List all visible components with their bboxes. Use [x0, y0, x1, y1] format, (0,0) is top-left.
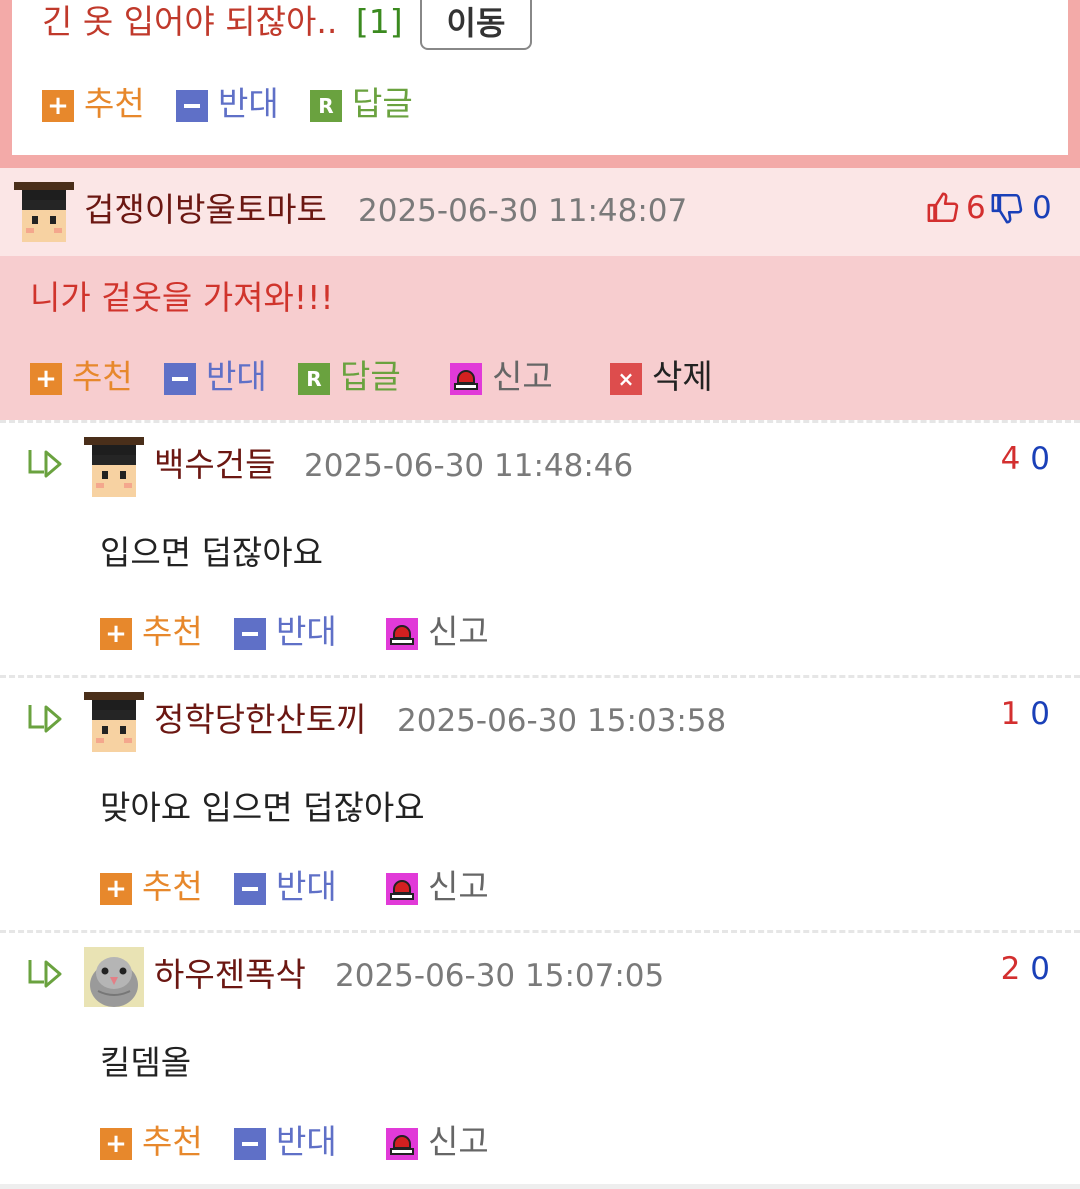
username[interactable]: 겁쟁이방울토마토 — [84, 190, 327, 230]
thumbs-down-icon — [991, 193, 1023, 224]
comment-text: 킬뎀올 — [100, 1043, 192, 1082]
plus-icon: + — [42, 90, 74, 122]
bird-avatar-icon — [90, 957, 138, 1007]
close-icon — [610, 363, 642, 395]
siren-icon — [386, 873, 418, 905]
top-comment-text[interactable]: 긴 옷 입어야 되잖아.. [1] — [42, 2, 403, 42]
username[interactable]: 정학당한산토끼 — [154, 700, 367, 740]
featured-comment-header: 겁쟁이방울토마토 2025-06-30 11:48:07 6 0 — [0, 168, 1080, 256]
avatar[interactable] — [14, 182, 74, 242]
comment-count: [1] — [355, 2, 403, 41]
comment-datetime: 2025-06-30 11:48:46 — [304, 448, 634, 484]
vote-counts: 4 0 — [1001, 439, 1050, 479]
reply-arrow-icon — [28, 450, 62, 478]
upvote-count: 2 — [1000, 951, 1021, 987]
plus-icon: + — [100, 618, 132, 650]
vote-counts: 1 0 — [1001, 694, 1050, 734]
plus-icon: + — [100, 873, 132, 905]
dislike-count: 0 — [1032, 190, 1052, 226]
username[interactable]: 백수건들 — [154, 445, 275, 485]
reply-arrow-icon — [28, 705, 62, 733]
like-count: 6 — [966, 190, 986, 226]
avatar[interactable] — [84, 692, 144, 752]
minus-icon — [176, 90, 208, 122]
comment-text: 맞아요 입으면 덥잖아요 — [100, 788, 425, 827]
reply-icon — [310, 90, 342, 122]
reply-comment: 하우젠폭삭 2025-06-30 15:07:05 2 0 킬뎀올 + 추천 반… — [0, 933, 1080, 1185]
avatar[interactable] — [84, 947, 144, 1007]
upvote-count: 4 — [1000, 441, 1021, 477]
reply-comment: 정학당한산토끼 2025-06-30 15:03:58 1 0 맞아요 입으면 … — [0, 678, 1080, 930]
reply-comment: 백수건들 2025-06-30 11:48:46 4 0 입으면 덥잖아요 + … — [0, 423, 1080, 675]
reply-icon — [298, 363, 330, 395]
siren-icon — [386, 618, 418, 650]
minus-icon — [234, 618, 266, 650]
downvote-count: 0 — [1030, 696, 1050, 732]
thumbs-up-icon — [927, 192, 959, 223]
minus-icon — [234, 873, 266, 905]
username[interactable]: 하우젠폭삭 — [154, 955, 306, 995]
top-comment-box: 긴 옷 입어야 되잖아.. [1] 이동 + 추천 반대 답글 — [0, 0, 1080, 168]
top-comment-inner: 긴 옷 입어야 되잖아.. [1] 이동 + 추천 반대 답글 — [12, 0, 1068, 155]
vote-counts: 2 0 — [1001, 949, 1050, 989]
comment-datetime: 2025-06-30 15:03:58 — [397, 703, 727, 739]
avatar[interactable] — [84, 437, 144, 497]
siren-icon — [386, 1128, 418, 1160]
minus-icon — [234, 1128, 266, 1160]
upvote-count: 1 — [1000, 696, 1021, 732]
comment-datetime: 2025-06-30 15:07:05 — [335, 958, 665, 994]
minus-icon — [164, 363, 196, 395]
siren-icon — [450, 363, 482, 395]
downvote-count: 0 — [1030, 951, 1050, 987]
comment-datetime: 2025-06-30 11:48:07 — [358, 193, 688, 229]
plus-icon: + — [30, 363, 62, 395]
move-button[interactable]: 이동 — [420, 0, 532, 50]
featured-comment-text: 니가 겉옷을 가져와!!! — [30, 278, 334, 317]
featured-comment-body: 니가 겉옷을 가져와!!! + 추천 반대 답글 신고 삭제 — [0, 256, 1080, 420]
bottom-border — [0, 1184, 1080, 1189]
plus-icon: + — [100, 1128, 132, 1160]
comment-text: 입으면 덥잖아요 — [100, 533, 324, 572]
downvote-count: 0 — [1030, 441, 1050, 477]
reply-arrow-icon — [28, 960, 62, 988]
